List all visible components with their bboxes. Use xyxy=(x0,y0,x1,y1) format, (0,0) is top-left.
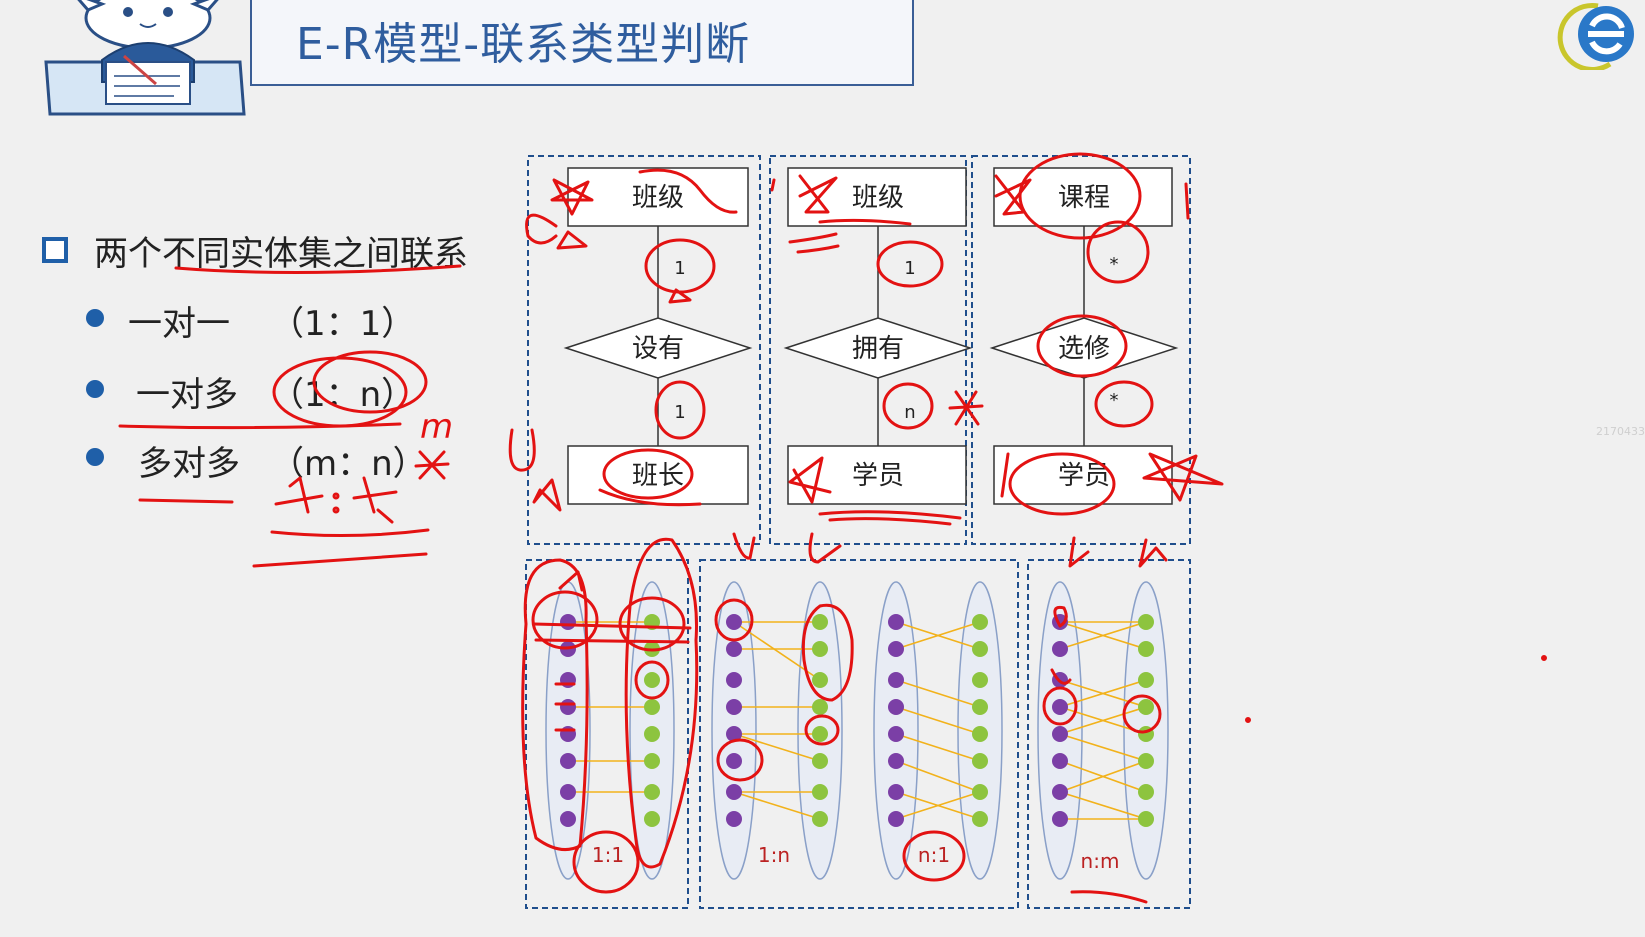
entity-dot xyxy=(1138,672,1154,688)
entity-dot xyxy=(560,641,576,657)
entity-dot xyxy=(812,699,828,715)
entity-dot xyxy=(1138,614,1154,630)
cardinality-label: 1 xyxy=(674,258,685,279)
entity-dot xyxy=(726,784,742,800)
entity-dot xyxy=(726,811,742,827)
entity-dot xyxy=(644,641,660,657)
entity-dot xyxy=(888,811,904,827)
entity-dot xyxy=(726,726,742,742)
cardinality-label: n xyxy=(904,402,915,423)
entity-dot xyxy=(644,699,660,715)
entity-dot xyxy=(888,784,904,800)
mapping-label-many-to-one: n:1 xyxy=(918,843,950,867)
entity-dot xyxy=(812,726,828,742)
entity-dot xyxy=(644,672,660,688)
entity-label: 班长 xyxy=(632,461,684,491)
entity-dot xyxy=(812,784,828,800)
er-diagram-figure: 班级 设有 1 1 班长 班级 拥有 1 n 学员 课程 选修 * * 学员 1… xyxy=(525,155,1191,909)
entity-dot xyxy=(726,699,742,715)
entity-dot xyxy=(1138,726,1154,742)
entity-dot xyxy=(812,672,828,688)
entity-dot xyxy=(1138,784,1154,800)
entity-dot xyxy=(812,641,828,657)
entity-label: 课程 xyxy=(1058,183,1110,213)
relation-label: 选修 xyxy=(1058,334,1110,364)
entity-dot xyxy=(1052,753,1068,769)
entity-dot xyxy=(726,614,742,630)
entity-dot xyxy=(972,726,988,742)
entity-dot xyxy=(1052,672,1068,688)
entity-dot xyxy=(644,811,660,827)
entity-dot xyxy=(888,699,904,715)
entity-dot xyxy=(1138,811,1154,827)
entity-dot xyxy=(1052,784,1068,800)
entity-dot xyxy=(644,753,660,769)
entity-dot xyxy=(644,784,660,800)
entity-dot xyxy=(972,641,988,657)
relation-label: 拥有 xyxy=(852,334,904,364)
entity-dot xyxy=(888,641,904,657)
entity-dot xyxy=(1138,699,1154,715)
entity-dot xyxy=(972,614,988,630)
entity-label: 班级 xyxy=(852,183,904,213)
entity-dot xyxy=(1138,641,1154,657)
mapping-label-one-to-one: 1:1 xyxy=(592,843,624,867)
entity-dot xyxy=(888,753,904,769)
entity-dot xyxy=(972,672,988,688)
entity-label: 班级 xyxy=(632,183,684,213)
entity-dot xyxy=(644,614,660,630)
entity-dot xyxy=(726,641,742,657)
entity-dot xyxy=(560,784,576,800)
entity-dot xyxy=(1052,641,1068,657)
entity-dot xyxy=(812,753,828,769)
entity-dot xyxy=(560,614,576,630)
entity-dot xyxy=(812,614,828,630)
relation-label: 设有 xyxy=(632,334,684,364)
cardinality-label: 1 xyxy=(674,402,685,423)
entity-dot xyxy=(1052,811,1068,827)
entity-dot xyxy=(812,811,828,827)
entity-dot xyxy=(888,726,904,742)
entity-dot xyxy=(972,784,988,800)
entity-dot xyxy=(560,811,576,827)
entity-dot xyxy=(1052,726,1068,742)
entity-label: 学员 xyxy=(1058,461,1110,491)
entity-dot xyxy=(560,726,576,742)
entity-dot xyxy=(972,811,988,827)
entity-dot xyxy=(1052,614,1068,630)
entity-dot xyxy=(972,753,988,769)
mapping-label-many-to-many: n:m xyxy=(1081,849,1120,873)
entity-dot xyxy=(644,726,660,742)
entity-dot xyxy=(888,672,904,688)
entity-dot xyxy=(972,699,988,715)
entity-dot xyxy=(560,699,576,715)
entity-dot xyxy=(726,672,742,688)
entity-dot xyxy=(888,614,904,630)
mapping-label-one-to-many: 1:n xyxy=(758,843,790,867)
cardinality-label: 1 xyxy=(904,258,915,279)
entity-dot xyxy=(560,753,576,769)
cardinality-label: * xyxy=(1110,390,1119,411)
cardinality-label: * xyxy=(1110,254,1119,275)
entity-label: 学员 xyxy=(852,461,904,491)
entity-dot xyxy=(560,672,576,688)
entity-dot xyxy=(1052,699,1068,715)
entity-dot xyxy=(726,753,742,769)
entity-dot xyxy=(1138,753,1154,769)
